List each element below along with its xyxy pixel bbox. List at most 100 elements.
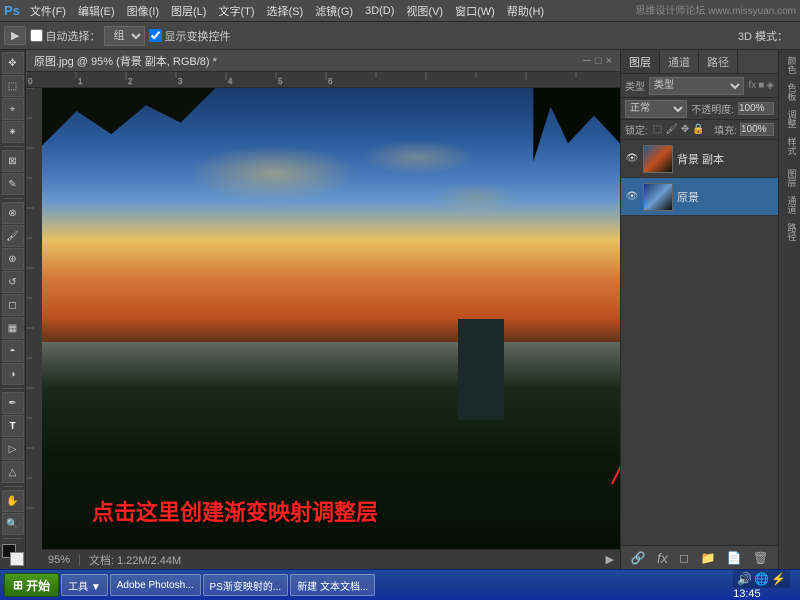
- taskbar-ps-tutorial[interactable]: PS渐变映射的...: [203, 574, 289, 596]
- new-group-btn[interactable]: 📁: [696, 549, 719, 567]
- layer-thumb-1: [643, 145, 673, 173]
- ruler-h-svg: 0 1 2 3 4 5 6: [26, 72, 620, 88]
- lock-move-icon[interactable]: ✥: [681, 124, 689, 135]
- layers-footer: 🔗 fx ◻ 📁 📄 🗑: [621, 545, 778, 569]
- auto-select-checkbox[interactable]: [30, 29, 43, 42]
- tool-zoom[interactable]: 🔍: [2, 513, 24, 535]
- layer-visibility-1[interactable]: 👁: [625, 152, 639, 166]
- tool-type[interactable]: T: [2, 415, 24, 437]
- tool-lasso[interactable]: ⌖: [2, 98, 24, 120]
- filter-icon-smart[interactable]: ◈: [766, 80, 774, 91]
- tool-spot-heal[interactable]: ⊗: [2, 202, 24, 224]
- tab-channels[interactable]: 通道: [660, 50, 699, 73]
- show-transform-checkbox[interactable]: [149, 29, 162, 42]
- blend-mode-select[interactable]: 正常: [625, 100, 687, 118]
- far-right-paths[interactable]: 路径: [781, 219, 799, 245]
- filter-select[interactable]: 类型 名称: [649, 77, 744, 95]
- menu-help[interactable]: 帮助(H): [501, 1, 550, 21]
- fill-input[interactable]: [740, 123, 774, 136]
- add-style-btn[interactable]: fx: [653, 548, 672, 568]
- tray-power-icon[interactable]: ⚡: [771, 572, 786, 586]
- layers-panel: 图层 通道 路径 类型 类型 名称 fx ■ ◈: [621, 50, 778, 569]
- canvas-area: 原图.jpg @ 95% (背景 副本, RGB/8) * ─ □ × 0 1 …: [26, 50, 620, 569]
- tool-magic-wand[interactable]: ⁕: [2, 121, 24, 143]
- tray-network-icon[interactable]: 🌐: [754, 572, 769, 586]
- options-tool-btn[interactable]: ▶: [4, 26, 26, 45]
- menu-select[interactable]: 选择(S): [261, 1, 310, 21]
- taskbar-new-doc[interactable]: 新建 文本文档...: [290, 574, 375, 596]
- svg-text:4: 4: [228, 77, 233, 86]
- taskbar-tools[interactable]: 工具 ▼: [61, 574, 108, 596]
- menu-text[interactable]: 文字(T): [212, 1, 260, 21]
- tool-crop[interactable]: ⊠: [2, 150, 24, 172]
- tool-hand[interactable]: ✋: [2, 490, 24, 512]
- filter-icon-color[interactable]: ■: [758, 80, 764, 91]
- system-tray: 🔊 🌐 ⚡: [733, 570, 790, 588]
- status-bar: 95% | 文档: 1.22M/2.44M ▶: [42, 549, 620, 569]
- layer-info-1: 背景 副本: [677, 151, 774, 167]
- zoom-level: 95%: [48, 554, 70, 566]
- new-layer-btn[interactable]: 📄: [723, 549, 746, 567]
- filter-icon-fx[interactable]: fx: [748, 80, 756, 91]
- tab-paths[interactable]: 路径: [699, 50, 738, 73]
- maximize-icon[interactable]: □: [595, 55, 602, 67]
- opacity-input[interactable]: [738, 102, 774, 115]
- far-right-layers[interactable]: 图层: [781, 165, 799, 191]
- minimize-icon[interactable]: ─: [583, 55, 591, 67]
- tool-gradient[interactable]: ▦: [2, 317, 24, 339]
- far-right-styles[interactable]: 样式: [781, 133, 799, 159]
- menu-view[interactable]: 视图(V): [400, 1, 449, 21]
- far-right-channels[interactable]: 通道: [781, 192, 799, 218]
- add-mask-btn[interactable]: ◻: [675, 549, 693, 567]
- far-right-adjustments[interactable]: 调整: [781, 106, 799, 132]
- tool-blur[interactable]: ◓: [2, 340, 24, 362]
- tool-path-select[interactable]: ▷: [2, 438, 24, 460]
- delete-layer-btn[interactable]: 🗑: [749, 549, 772, 567]
- tool-shape[interactable]: △: [2, 461, 24, 483]
- layer-row-bg-copy[interactable]: 👁 背景 副本: [621, 140, 778, 178]
- color-swatch[interactable]: [2, 544, 24, 566]
- start-icon: ⊞: [13, 578, 23, 592]
- scroll-right-btn[interactable]: ▶: [606, 553, 614, 566]
- lock-paint-icon[interactable]: 🖌: [665, 124, 678, 135]
- tool-history-brush[interactable]: ↺: [2, 271, 24, 293]
- start-label: 开始: [26, 577, 50, 594]
- tool-dodge[interactable]: ◑: [2, 363, 24, 385]
- taskbar-photoshop[interactable]: Adobe Photosh...: [110, 574, 201, 596]
- tool-eraser[interactable]: ◻: [2, 294, 24, 316]
- tray-sound-icon[interactable]: 🔊: [737, 572, 752, 586]
- menu-3d[interactable]: 3D(D): [359, 3, 400, 19]
- menu-layer[interactable]: 图层(L): [165, 1, 212, 21]
- auto-select-select[interactable]: 组: [104, 26, 145, 46]
- clock-display: 13:45: [733, 588, 761, 600]
- tool-eyedropper[interactable]: ✎: [2, 173, 24, 195]
- tool-move[interactable]: ✥: [2, 52, 24, 74]
- menu-file[interactable]: 文件(F): [24, 1, 72, 21]
- far-right-color[interactable]: 颜色: [781, 52, 799, 78]
- bottom-ground: [42, 448, 620, 549]
- tab-layers[interactable]: 图层: [621, 50, 660, 73]
- close-doc-icon[interactable]: ×: [606, 55, 612, 67]
- tool-separator-3: [3, 388, 23, 389]
- layers-mode-row: 正常 不透明度:: [621, 98, 778, 120]
- tool-marquee[interactable]: ⬚: [2, 75, 24, 97]
- menu-edit[interactable]: 编辑(E): [72, 1, 121, 21]
- menu-filter[interactable]: 滤镜(G): [309, 1, 359, 21]
- tool-pen[interactable]: ✒: [2, 392, 24, 414]
- start-button[interactable]: ⊞ 开始: [4, 573, 59, 597]
- lock-transparent-icon[interactable]: ⬚: [653, 124, 662, 135]
- layer-visibility-2[interactable]: 👁: [625, 190, 639, 204]
- lock-all-icon[interactable]: 🔒: [692, 124, 704, 135]
- doc-tab-controls[interactable]: ─ □ ×: [583, 55, 612, 67]
- layer-row-original[interactable]: 👁 原景: [621, 178, 778, 216]
- link-layers-btn[interactable]: 🔗: [627, 549, 650, 567]
- tool-brush[interactable]: 🖌: [2, 225, 24, 247]
- menu-image[interactable]: 图像(I): [121, 1, 165, 21]
- auto-select-label: 自动选择：: [30, 28, 100, 44]
- far-right-swatches[interactable]: 色板: [781, 79, 799, 105]
- filter-label: 类型: [625, 78, 645, 93]
- menu-window[interactable]: 窗口(W): [449, 1, 501, 21]
- background-color[interactable]: [10, 552, 24, 566]
- ruler-v-svg: [26, 88, 42, 569]
- tool-clone[interactable]: ⊕: [2, 248, 24, 270]
